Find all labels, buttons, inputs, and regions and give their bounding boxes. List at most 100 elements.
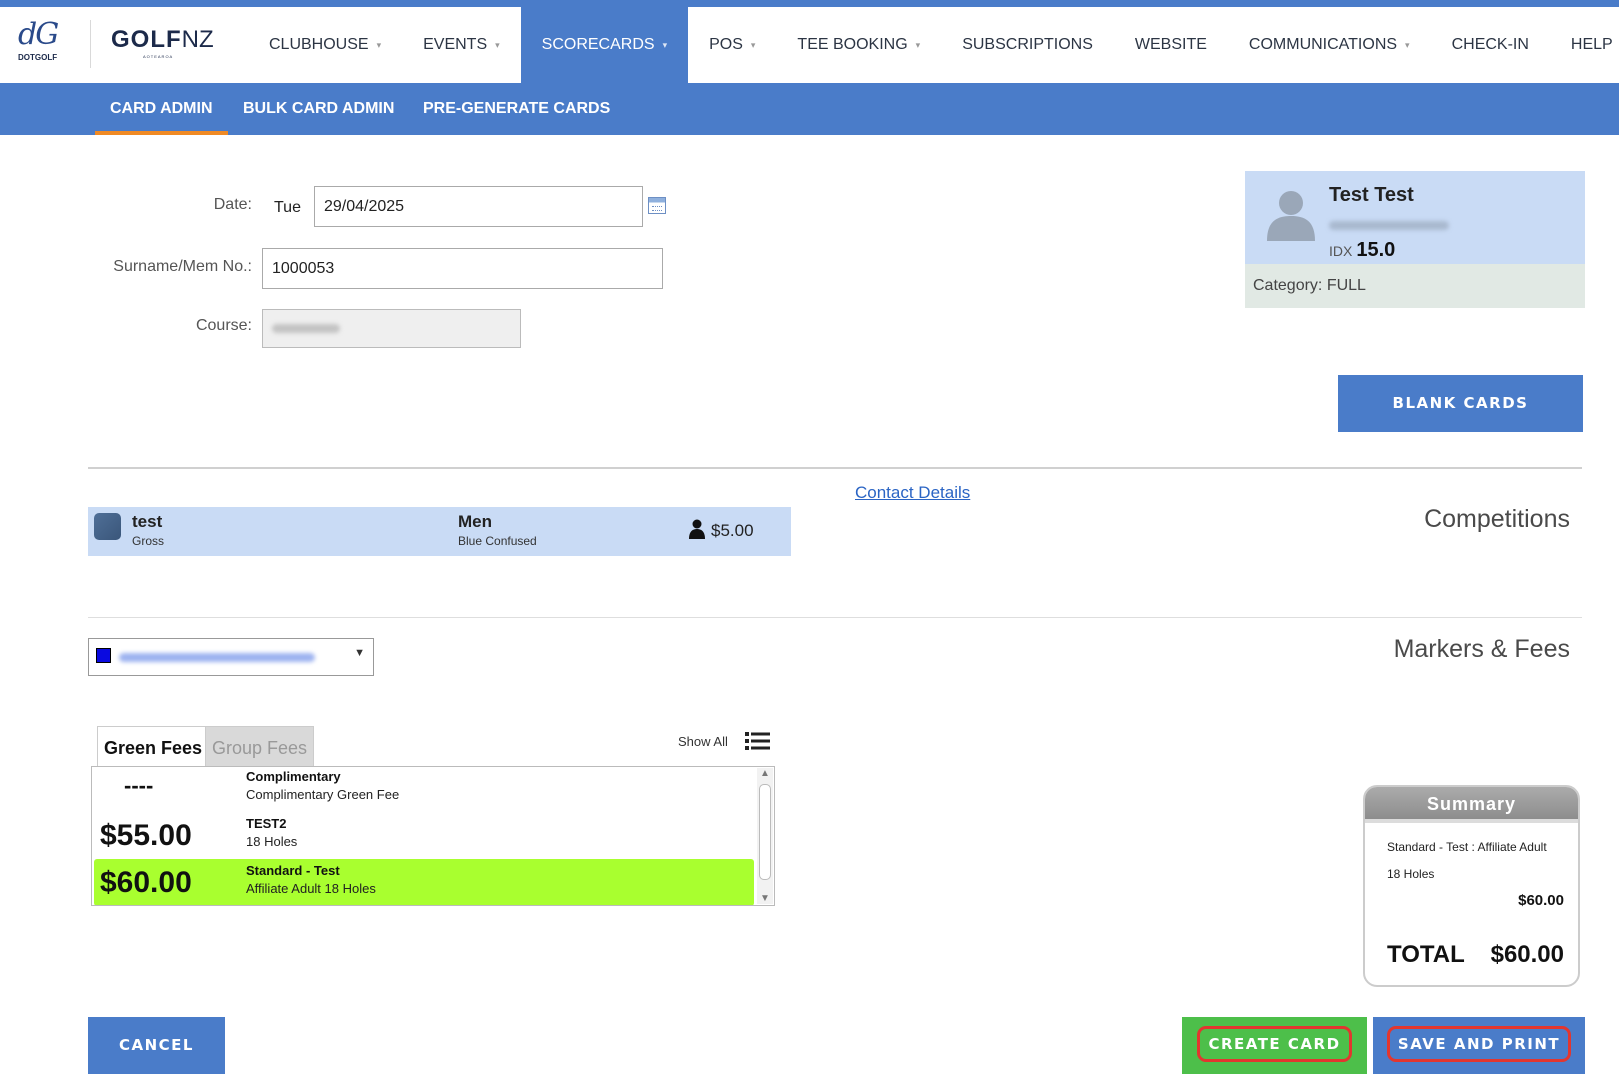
chevron-down-icon: ▾ (750, 40, 756, 50)
divider (88, 467, 1582, 469)
golfnz-logo-bold: GOLF (111, 26, 182, 53)
scroll-up-icon[interactable]: ▲ (760, 768, 770, 779)
date-input[interactable]: 29/04/2025 (314, 186, 643, 227)
member-category: Category: FULL (1245, 264, 1585, 308)
nav-item-label: TEE BOOKING (797, 36, 908, 53)
fee-description: 18 Holes (246, 834, 298, 849)
chevron-down-icon: ▾ (495, 40, 500, 50)
fee-list: ---- Complimentary Complimentary Green F… (91, 766, 775, 906)
save-and-print-label: SAVE AND PRINT (1386, 1026, 1572, 1062)
summary-title: Summary (1365, 787, 1578, 823)
competition-division: Men (458, 512, 492, 531)
calendar-icon[interactable] (648, 197, 666, 214)
scroll-thumb[interactable] (759, 784, 771, 880)
divider (88, 617, 1582, 618)
sub-nav: CARD ADMIN BULK CARD ADMIN PRE-GENERATE … (0, 83, 1619, 135)
course-label: Course: (195, 317, 252, 334)
fee-amount: $55.00 (100, 819, 192, 852)
competition-tee: Blue Confused (458, 534, 537, 548)
nav-item-events[interactable]: EVENTS ▾ (402, 7, 521, 83)
nav-item-subscriptions[interactable]: SUBSCRIPTIONS (941, 7, 1114, 83)
date-day: Tue (274, 199, 301, 216)
nav-item-help[interactable]: HELP (1550, 7, 1619, 83)
nav-item-scorecards[interactable]: SCORECARDS ▾ (520, 7, 689, 83)
competition-row[interactable]: test Gross Men Blue Confused $5.00 (88, 507, 791, 556)
chevron-down-icon: ▼ (354, 647, 365, 659)
nav-item-label: EVENTS (423, 36, 488, 53)
chevron-down-icon: ▾ (376, 40, 382, 50)
nav-item-label: HELP (1570, 36, 1613, 53)
fee-item[interactable]: ---- Complimentary Complimentary Green F… (94, 767, 754, 812)
avatar-icon (1267, 191, 1315, 241)
competitions-title: Competitions (1424, 505, 1570, 533)
summary-line-item: Standard - Test : Affiliate Adult (1387, 840, 1547, 854)
dotgolf-logo-text: DOTGOLF (18, 53, 58, 62)
contact-details-link[interactable]: Contact Details (855, 483, 970, 503)
chevron-down-icon: ▾ (662, 40, 668, 50)
nav-item-communications[interactable]: COMMUNICATIONS ▾ (1228, 7, 1431, 83)
scroll-down-icon[interactable]: ▼ (760, 893, 770, 904)
idx-value: 15.0 (1356, 239, 1396, 261)
subnav-bulk-card-admin[interactable]: BULK CARD ADMIN (243, 83, 394, 135)
summary-total-label: TOTAL (1387, 941, 1465, 968)
dotgolf-logo[interactable]: dG DOTGOLF (18, 20, 74, 70)
fee-item[interactable]: $55.00 TEST2 18 Holes (94, 812, 754, 859)
nav-item-website[interactable]: WEBSITE (1114, 7, 1228, 83)
nav-item-label: SUBSCRIPTIONS (962, 36, 1093, 53)
main-menu: CLUBHOUSE ▾ EVENTS ▾ SCORECARDS ▾ POS ▾ TEE BOOK… (248, 7, 1619, 83)
marker-select-value-redacted (119, 653, 315, 662)
fee-name: TEST2 (246, 816, 287, 831)
brand-divider (90, 20, 91, 68)
dotgolf-logo-mark: dG (18, 17, 59, 52)
fee-item-selected[interactable]: $60.00 Standard - Test Affiliate Adult 1… (94, 859, 754, 905)
show-all-label[interactable]: Show All (678, 734, 728, 749)
golfnz-logo-tagline: AOTEAROA (143, 54, 174, 59)
date-label: Date: (213, 196, 252, 213)
fee-name: Complimentary (246, 769, 341, 784)
nav-item-clubhouse[interactable]: CLUBHOUSE ▾ (248, 7, 402, 83)
summary-line-amount: $60.00 (1518, 892, 1564, 909)
course-value-redacted (272, 324, 340, 333)
chevron-down-icon: ▾ (1405, 40, 1410, 50)
save-and-print-button[interactable]: SAVE AND PRINT (1373, 1017, 1585, 1074)
fee-description: Complimentary Green Fee (246, 787, 400, 802)
nav-item-pos[interactable]: POS ▾ (688, 7, 776, 83)
markers-fees-title: Markers & Fees (1393, 635, 1570, 663)
fee-name: Standard - Test (246, 863, 340, 878)
tab-group-fees[interactable]: Group Fees (205, 726, 315, 768)
create-card-button[interactable]: CREATE CARD (1182, 1017, 1367, 1074)
tee-colour-swatch (96, 648, 111, 663)
nav-item-check-in[interactable]: CHECK-IN (1431, 7, 1550, 83)
nav-item-label: CLUBHOUSE (269, 36, 369, 53)
summary-line-item-detail: 18 Holes (1387, 867, 1435, 881)
surname-input[interactable]: 1000053 (262, 248, 663, 289)
fee-description: Affiliate Adult 18 Holes (246, 881, 376, 896)
summary-panel: Summary Standard - Test : Affiliate Adul… (1363, 785, 1580, 987)
competition-name: test (132, 512, 163, 531)
surname-label: Surname/Mem No.: (113, 258, 252, 275)
cancel-button[interactable]: CANCEL (88, 1017, 225, 1074)
member-club-redacted (1329, 217, 1449, 235)
subnav-card-admin[interactable]: CARD ADMIN (95, 83, 227, 135)
tab-green-fees[interactable]: Green Fees (97, 726, 210, 768)
competition-format: Gross (132, 534, 165, 548)
competition-checkbox[interactable] (94, 513, 121, 540)
golfnz-logo[interactable]: GOLFNZ AOTEAROA (111, 26, 214, 59)
nav-item-label: POS (709, 36, 743, 53)
competition-price: $5.00 (711, 521, 754, 540)
member-card: Test Test IDX 15.0 Category: FULL (1245, 171, 1585, 308)
nav-item-label: CHECK-IN (1451, 36, 1529, 53)
subnav-pre-generate-cards[interactable]: PRE-GENERATE CARDS (423, 83, 610, 135)
blank-cards-button[interactable]: BLANK CARDS (1338, 375, 1583, 432)
top-stripe (0, 0, 1619, 7)
chevron-down-icon: ▾ (915, 40, 921, 50)
summary-total-value: $60.00 (1490, 941, 1564, 968)
nav-item-tee-booking[interactable]: TEE BOOKING ▾ (776, 7, 941, 83)
marker-select[interactable]: ▼ (88, 638, 374, 676)
nav-item-label: COMMUNICATIONS (1248, 36, 1398, 53)
list-icon[interactable] (745, 731, 770, 751)
fee-list-scrollbar[interactable]: ▲ ▼ (757, 768, 773, 904)
member-idx: IDX 15.0 (1329, 239, 1395, 262)
course-field (262, 309, 521, 348)
person-icon (689, 519, 705, 539)
